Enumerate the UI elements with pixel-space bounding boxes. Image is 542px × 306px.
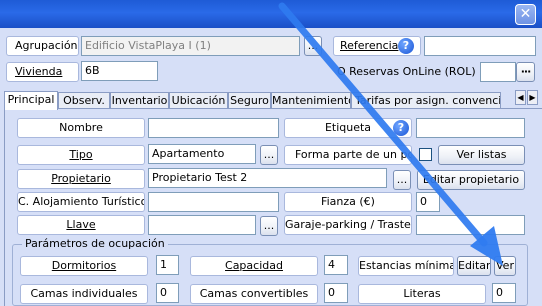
tab-mantenimiento[interactable]: Mantenimiento [271, 92, 351, 109]
llave-browse-button[interactable]: ... [260, 216, 278, 236]
editar-propietario-button[interactable]: Editar propietario [417, 170, 525, 190]
agrupacion-field[interactable]: Edificio VistaPlaya I (1) [81, 36, 300, 56]
tab-scroll-left-icon[interactable]: ◀ [515, 90, 526, 105]
tipo-field[interactable]: Apartamento [148, 144, 256, 164]
referencia-field[interactable] [424, 36, 536, 56]
capacidad-label: Capacidad [190, 256, 318, 276]
camas-individuales-field[interactable]: 0 [156, 283, 179, 303]
fianza-label: Fianza (€) [284, 192, 412, 212]
llave-label: Llave [17, 215, 145, 235]
capacidad-field[interactable]: 4 [324, 255, 348, 275]
dormitorios-field[interactable]: 1 [156, 255, 179, 275]
alojamiento-turistico-label: C. Alojamiento Turístico [17, 192, 145, 212]
agrupacion-browse-button[interactable]: ... [304, 36, 322, 56]
vivienda-field[interactable]: 6B [81, 61, 158, 81]
nombre-label: Nombre [17, 118, 145, 138]
agrupacion-label: Agrupación [6, 36, 79, 56]
tab-bar: Principal Observ. Inventario Ubicación S… [4, 91, 518, 110]
dormitorios-label-text: Dormitorios [51, 259, 117, 272]
referencia-label-text: Referencia [340, 39, 399, 52]
propietario-label: Propietario [17, 169, 145, 189]
tab-scroll-right-icon[interactable]: ▶ [527, 90, 538, 105]
tipo-browse-button[interactable]: ... [260, 145, 278, 165]
capacidad-label-text: Capacidad [225, 259, 283, 272]
dormitorios-label: Dormitorios [20, 256, 148, 276]
llave-label-text: Llave [66, 218, 96, 231]
tab-principal[interactable]: Principal [4, 91, 58, 110]
literas-field[interactable]: 0 [492, 283, 516, 303]
etiqueta-field[interactable] [416, 118, 525, 138]
camas-convertibles-field[interactable]: 0 [324, 283, 348, 303]
propietario-label-text: Propietario [51, 172, 111, 185]
help-icon[interactable]: ? [398, 38, 414, 54]
forma-parte-pool-label: Forma parte de un pool [284, 145, 412, 165]
estancias-ver-button[interactable]: Ver [494, 256, 516, 276]
ver-listas-button[interactable]: Ver listas [438, 145, 525, 165]
etiqueta-help-icon[interactable]: ? [393, 120, 409, 136]
forma-parte-pool-checkbox[interactable] [419, 148, 432, 161]
reservas-online-label[interactable]: O Reservas OnLine (ROL) [337, 65, 476, 78]
propietario-field[interactable]: Propietario Test 2 [148, 168, 387, 188]
camas-convertibles-label: Camas convertibles [190, 284, 318, 304]
estancias-editar-button[interactable]: Editar [457, 256, 491, 276]
garaje-trastero-field[interactable] [416, 215, 525, 235]
close-icon[interactable]: ✕ [515, 4, 536, 25]
tab-inventario[interactable]: Inventario [110, 92, 169, 109]
vivienda-label: Vivienda [6, 62, 79, 82]
tab-ubicacion[interactable]: Ubicación [169, 92, 228, 109]
propietario-browse-button[interactable]: ... [393, 170, 411, 190]
llave-field[interactable] [148, 215, 256, 235]
camas-individuales-label: Camas individuales [20, 284, 148, 304]
reservas-dots-button[interactable]: ··· [516, 62, 535, 82]
tab-observ[interactable]: Observ. [58, 92, 110, 109]
tipo-label: Tipo [17, 145, 145, 165]
nombre-field[interactable] [148, 118, 279, 138]
tab-tarifas[interactable]: Tarifas por asign. convencion [351, 92, 501, 109]
vivienda-label-text: Vivienda [15, 65, 63, 78]
ocupacion-group-title: Parámetros de ocupación [22, 237, 168, 250]
garaje-trastero-label: Garaje-parking / Trastero [284, 215, 412, 235]
alojamiento-turistico-field[interactable] [148, 192, 279, 212]
literas-label: Literas [358, 284, 486, 304]
tipo-label-text: Tipo [69, 148, 93, 161]
estancias-minimas-label: Estancias mínimas [358, 256, 454, 276]
fianza-field[interactable]: 0 [416, 192, 440, 212]
window-title-bar: ✕ [0, 0, 542, 28]
tab-seguro[interactable]: Seguro [228, 92, 271, 109]
reservas-online-field[interactable] [480, 62, 516, 82]
